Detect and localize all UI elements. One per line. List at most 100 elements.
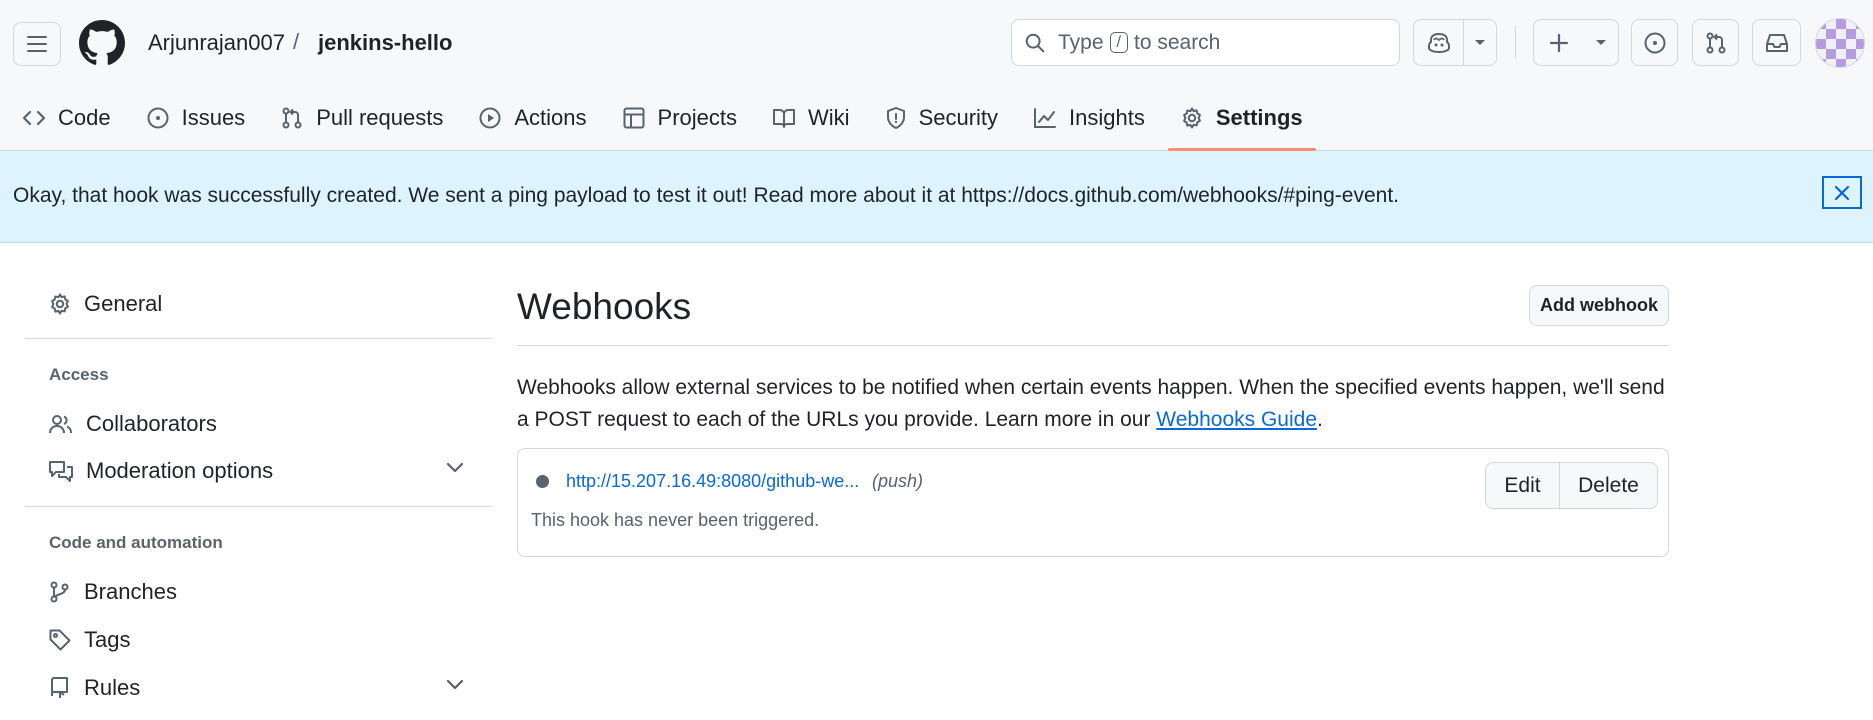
webhook-actions: Edit Delete xyxy=(1485,462,1658,509)
git-pull-request-icon xyxy=(280,106,304,130)
copilot-button[interactable] xyxy=(1414,20,1463,65)
search-icon xyxy=(1025,33,1045,52)
git-branch-icon xyxy=(48,580,72,604)
sidebar-item-general[interactable]: General xyxy=(48,291,162,317)
issues-button[interactable] xyxy=(1631,19,1678,66)
tab-actions[interactable]: Actions xyxy=(466,92,599,144)
search-prefix: Type xyxy=(1058,30,1104,54)
hamburger-icon xyxy=(27,36,47,52)
webhook-status: This hook has never been triggered. xyxy=(531,510,820,530)
flash-message: Okay, that hook was successfully created… xyxy=(13,184,1399,207)
pull-requests-button[interactable] xyxy=(1692,19,1739,66)
delete-button[interactable]: Delete xyxy=(1559,463,1657,508)
header-divider xyxy=(1515,26,1516,58)
inbox-button[interactable] xyxy=(1752,19,1801,66)
flash-banner: Okay, that hook was successfully created… xyxy=(0,151,1873,243)
github-logo-icon[interactable] xyxy=(79,20,125,66)
webhook-event: (push) xyxy=(872,471,924,491)
chevron-down-icon[interactable] xyxy=(446,462,464,474)
sidebar-divider xyxy=(25,506,493,507)
search-suffix: to search xyxy=(1133,30,1221,54)
search-input[interactable]: Type / to search xyxy=(1011,19,1400,66)
breadcrumb-owner[interactable]: Arjunrajan007 xyxy=(148,30,285,56)
tab-label: Projects xyxy=(657,105,738,130)
tab-wiki[interactable]: Wiki xyxy=(760,92,863,144)
sidebar-heading-code-automation: Code and automation xyxy=(49,533,223,552)
sidebar-item-moderation[interactable]: Moderation options xyxy=(48,458,273,484)
chevron-down-icon[interactable] xyxy=(446,679,464,691)
issue-opened-icon xyxy=(146,106,170,130)
description-text: Webhooks allow external services to be n… xyxy=(517,376,1665,431)
sidebar-item-label: Rules xyxy=(84,675,141,700)
sidebar-item-label: Branches xyxy=(84,579,177,604)
sidebar-item-label: General xyxy=(84,291,163,316)
sidebar-item-rules[interactable]: Rules xyxy=(48,675,140,701)
hamburger-menu-button[interactable] xyxy=(13,22,61,66)
tab-label: Pull requests xyxy=(316,105,444,130)
webhooks-description: Webhooks allow external services to be n… xyxy=(517,372,1669,436)
sidebar-divider xyxy=(25,338,493,339)
tab-projects[interactable]: Projects xyxy=(610,92,750,144)
tag-icon xyxy=(48,628,72,652)
repo-push-icon xyxy=(48,676,72,700)
status-dot-icon xyxy=(536,475,549,488)
shield-icon xyxy=(885,106,907,130)
tab-insights[interactable]: Insights xyxy=(1021,92,1158,144)
webhook-url-link[interactable]: http://15.207.16.49:8080/github-we... xyxy=(566,471,859,492)
tab-pull-requests[interactable]: Pull requests xyxy=(268,92,456,144)
create-new-split-button[interactable] xyxy=(1533,19,1619,66)
book-icon xyxy=(772,107,796,129)
tab-security[interactable]: Security xyxy=(873,92,1011,144)
tab-label: Wiki xyxy=(808,105,850,130)
breadcrumb-separator: / xyxy=(293,29,300,54)
page-title: Webhooks xyxy=(517,286,692,327)
x-icon xyxy=(1834,185,1850,200)
create-new-button[interactable] xyxy=(1534,20,1584,65)
search-shortcut-key: / xyxy=(1109,32,1128,53)
triangle-down-icon xyxy=(1596,39,1606,45)
sidebar-item-collaborators[interactable]: Collaborators xyxy=(48,411,217,437)
flash-close-button[interactable] xyxy=(1822,176,1862,209)
sidebar-item-branches[interactable]: Branches xyxy=(48,579,177,605)
webhooks-guide-link[interactable]: Webhooks Guide xyxy=(1156,408,1317,431)
avatar[interactable] xyxy=(1815,18,1865,68)
add-webhook-button[interactable]: Add webhook xyxy=(1529,285,1669,326)
tab-label: Code xyxy=(58,105,111,130)
repo-header: Arjunrajan007 / jenkins-hello Type / to … xyxy=(0,0,1873,151)
copilot-icon xyxy=(1427,32,1450,53)
edit-button[interactable]: Edit xyxy=(1486,463,1559,508)
sidebar-item-label: Collaborators xyxy=(86,411,217,436)
people-icon xyxy=(48,413,74,435)
copilot-split-button[interactable] xyxy=(1413,19,1497,66)
description-period: . xyxy=(1317,408,1323,431)
table-icon xyxy=(622,106,646,130)
play-icon xyxy=(478,106,502,130)
create-new-dropdown[interactable] xyxy=(1584,20,1618,65)
copilot-dropdown-button[interactable] xyxy=(1463,20,1496,65)
comment-discussion-icon xyxy=(48,459,74,483)
breadcrumb-repo[interactable]: jenkins-hello xyxy=(318,30,452,56)
title-divider xyxy=(517,345,1669,346)
tab-code[interactable]: Code xyxy=(10,92,124,144)
tab-issues[interactable]: Issues xyxy=(134,92,259,144)
plus-icon xyxy=(1549,33,1569,52)
inbox-icon xyxy=(1765,33,1788,52)
search-placeholder: Type / to search xyxy=(1058,31,1220,55)
repo-tabs: Code Issues Pull requests Actions Projec… xyxy=(0,92,1316,151)
tab-settings[interactable]: Settings xyxy=(1167,92,1316,151)
webhook-list-item: http://15.207.16.49:8080/github-we... (p… xyxy=(517,448,1669,557)
sidebar-heading-access: Access xyxy=(49,365,109,384)
tab-label: Actions xyxy=(514,105,587,130)
git-pull-request-icon xyxy=(1706,32,1725,53)
sidebar-item-label: Moderation options xyxy=(86,458,274,483)
issue-opened-icon xyxy=(1644,32,1665,53)
triangle-down-icon xyxy=(1475,39,1486,45)
tab-label: Settings xyxy=(1215,105,1303,130)
sidebar-item-tags[interactable]: Tags xyxy=(48,627,130,653)
sidebar-item-label: Tags xyxy=(84,627,131,652)
gear-icon xyxy=(1180,106,1204,130)
gear-icon xyxy=(48,292,72,316)
tab-label: Security xyxy=(918,105,999,130)
tab-label: Insights xyxy=(1069,105,1145,130)
tab-label: Issues xyxy=(181,105,246,130)
